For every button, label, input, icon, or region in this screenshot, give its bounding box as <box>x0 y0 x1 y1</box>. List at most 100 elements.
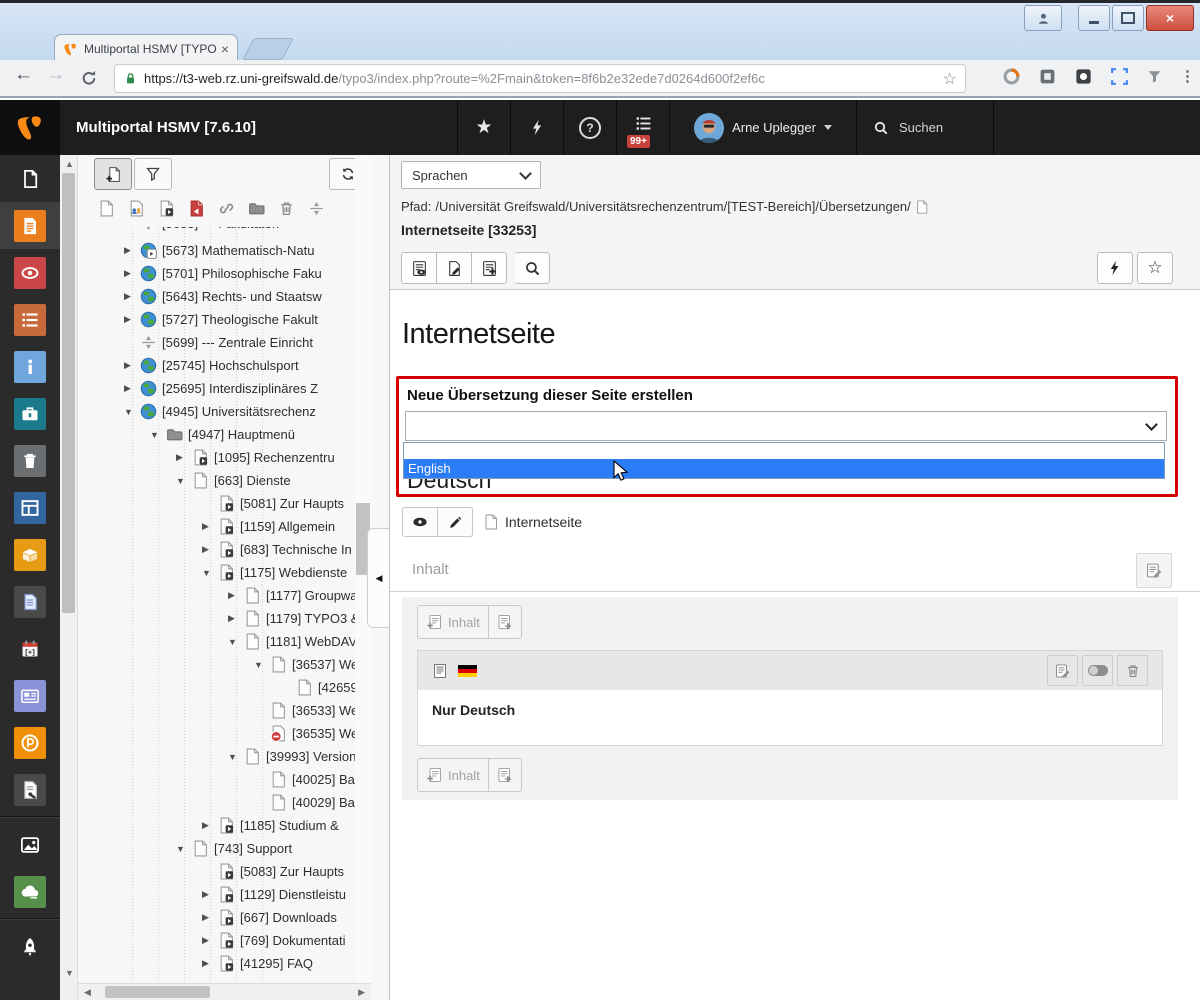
window-close-button[interactable]: × <box>1146 5 1194 31</box>
bookmark-button[interactable]: ☆ <box>1137 252 1173 284</box>
tree-expand-arrow[interactable]: ▶ <box>202 544 218 555</box>
search-button[interactable]: Suchen <box>856 100 994 155</box>
new-record-button[interactable] <box>472 252 507 284</box>
tree-row[interactable]: ▶ [5701] Philosophische Faku <box>78 262 356 285</box>
tree-row[interactable]: ▼ [1181] WebDAV <box>78 630 356 653</box>
edit-element-button[interactable] <box>1047 655 1078 686</box>
tree-expand-arrow[interactable]: ▼ <box>176 476 192 486</box>
drag-new-trash-icon[interactable] <box>278 200 295 217</box>
tree-expand-arrow[interactable]: ▼ <box>124 407 140 417</box>
add-content-button[interactable]: Inhalt <box>417 605 489 639</box>
drag-new-link-icon[interactable] <box>218 200 235 217</box>
module-powermail[interactable] <box>0 719 60 766</box>
browser-tab[interactable]: Multiportal HSMV [TYPO × <box>54 34 238 63</box>
tree-expand-arrow[interactable]: ▼ <box>254 660 270 670</box>
bookmarks-button[interactable]: ★ <box>457 100 510 155</box>
module-install[interactable] <box>0 923 60 970</box>
opendocs-button[interactable]: 99+ <box>616 100 669 155</box>
typo3-logo[interactable] <box>0 100 60 155</box>
tree-expand-arrow[interactable]: ▼ <box>176 844 192 854</box>
scroll-right-icon[interactable]: ▶ <box>358 988 365 997</box>
tree-row[interactable]: ▶ [683] Technische In <box>78 538 356 561</box>
browser-profile-button[interactable] <box>1024 5 1062 31</box>
tree-expand-arrow[interactable]: ▶ <box>176 452 192 463</box>
tree-horizontal-scrollbar[interactable]: ◀ ▶ <box>78 983 371 1000</box>
tree-expand-arrow[interactable]: ▶ <box>124 383 140 394</box>
tree-row[interactable]: [36533] WebD <box>78 699 356 722</box>
scrollbar-thumb[interactable] <box>105 986 210 998</box>
tab-close-icon[interactable]: × <box>221 41 229 57</box>
window-restore-button[interactable] <box>1112 5 1144 31</box>
tree-left-scrollbar[interactable]: ▲ ▼ <box>60 155 78 1000</box>
module-functions[interactable] <box>0 390 60 437</box>
module-info[interactable] <box>0 343 60 390</box>
tree-row[interactable]: [5083] Zur Haupts <box>78 860 356 883</box>
clear-cache-button[interactable] <box>510 100 563 155</box>
extension-dark-icon[interactable] <box>1074 67 1093 86</box>
tree-row[interactable]: ▶ [769] Dokumentati <box>78 929 356 952</box>
reload-button[interactable] <box>80 69 98 87</box>
search-record-button[interactable] <box>515 252 550 284</box>
module-list[interactable] <box>0 296 60 343</box>
tree-expand-arrow[interactable]: ▶ <box>124 360 140 371</box>
drag-new-page-red-icon[interactable] <box>188 200 205 217</box>
tree-expand-arrow[interactable]: ▼ <box>202 568 218 578</box>
function-select[interactable]: Sprachen <box>401 161 541 189</box>
tree-row[interactable]: ▶ [1185] Studium & <box>78 814 356 837</box>
extension-filter-icon[interactable] <box>1146 68 1163 85</box>
tree-expand-arrow[interactable]: ▼ <box>228 752 244 762</box>
tree-row[interactable]: ▼ [4945] Universitätsrechenz <box>78 400 356 423</box>
translation-select[interactable] <box>405 411 1167 441</box>
scroll-left-icon[interactable]: ◀ <box>84 988 91 997</box>
module-cloud[interactable] <box>0 868 60 915</box>
tree-row[interactable]: ▶ [5673] Mathematisch-Natu <box>78 239 356 262</box>
module-page-layout[interactable] <box>0 202 60 249</box>
tree-row[interactable]: [42659] Pe <box>78 676 356 699</box>
drag-new-page-icon[interactable] <box>98 200 115 217</box>
tree-row[interactable]: ▶ [25745] Hochschulsport <box>78 354 356 377</box>
tree-expand-arrow[interactable]: ▼ <box>150 430 166 440</box>
tree-row[interactable]: ▶ [1095] Rechenzentru <box>78 446 356 469</box>
module-documents[interactable] <box>0 578 60 625</box>
tree-row[interactable]: ▶ [25695] Interdisziplinäres Z <box>78 377 356 400</box>
module-web-page[interactable] <box>0 155 60 202</box>
tree-expand-arrow[interactable]: ▶ <box>202 958 218 969</box>
delete-element-button[interactable] <box>1117 655 1148 686</box>
new-page-button[interactable] <box>94 158 132 190</box>
extension-swirl-icon[interactable] <box>1002 67 1021 86</box>
drag-new-page-users-icon[interactable] <box>128 200 145 217</box>
module-filelist[interactable] <box>0 821 60 868</box>
tree-expand-arrow[interactable]: ▶ <box>124 245 140 256</box>
user-menu[interactable]: Arne Uplegger <box>669 100 856 155</box>
drag-new-divider-icon[interactable] <box>308 200 325 217</box>
tree-row[interactable]: ▶ [667] Downloads <box>78 906 356 929</box>
tree-expand-arrow[interactable]: ▶ <box>202 912 218 923</box>
tree-expand-arrow[interactable]: ▶ <box>228 590 244 601</box>
tree-row[interactable]: ▶ [1177] Groupwa <box>78 584 356 607</box>
new-tab-button[interactable] <box>242 38 294 60</box>
tree-row[interactable]: ▶ [5727] Theologische Fakult <box>78 308 356 331</box>
help-button[interactable]: ? <box>563 100 616 155</box>
drag-new-page-sc-icon[interactable] <box>158 200 175 217</box>
forward-button[interactable]: → <box>46 64 65 86</box>
dropdown-option-english[interactable]: English <box>404 459 1164 478</box>
clear-cache-button[interactable] <box>1097 252 1133 284</box>
tree-expand-arrow[interactable]: ▶ <box>202 820 218 831</box>
browser-menu-icon[interactable]: ⋮ <box>1180 74 1188 79</box>
window-minimize-button[interactable] <box>1078 5 1110 31</box>
module-dispatch[interactable] <box>0 531 60 578</box>
paste-content-button[interactable] <box>489 605 522 639</box>
scroll-up-icon[interactable]: ▲ <box>65 160 74 169</box>
paste-content-button[interactable] <box>489 758 522 792</box>
tree-row[interactable]: ▶ [5643] Rechts- und Staatsw <box>78 285 356 308</box>
tree-expand-arrow[interactable]: ▶ <box>202 935 218 946</box>
tree-row[interactable]: [5699] --- Zentrale Einricht <box>78 331 356 354</box>
tree-expand-arrow[interactable]: ▶ <box>124 314 140 325</box>
tree-row[interactable]: [40025] Basis <box>78 768 356 791</box>
extension-cube-icon[interactable] <box>1038 67 1057 86</box>
tree-row[interactable]: [5653] --- Fakultäten <box>78 227 356 239</box>
module-recycler[interactable] <box>0 437 60 484</box>
edit-page-properties-button[interactable] <box>437 252 472 284</box>
tree-row[interactable]: [5081] Zur Haupts <box>78 492 356 515</box>
address-bar[interactable]: https://t3-web.rz.uni-greifswald.de/typo… <box>114 64 966 93</box>
